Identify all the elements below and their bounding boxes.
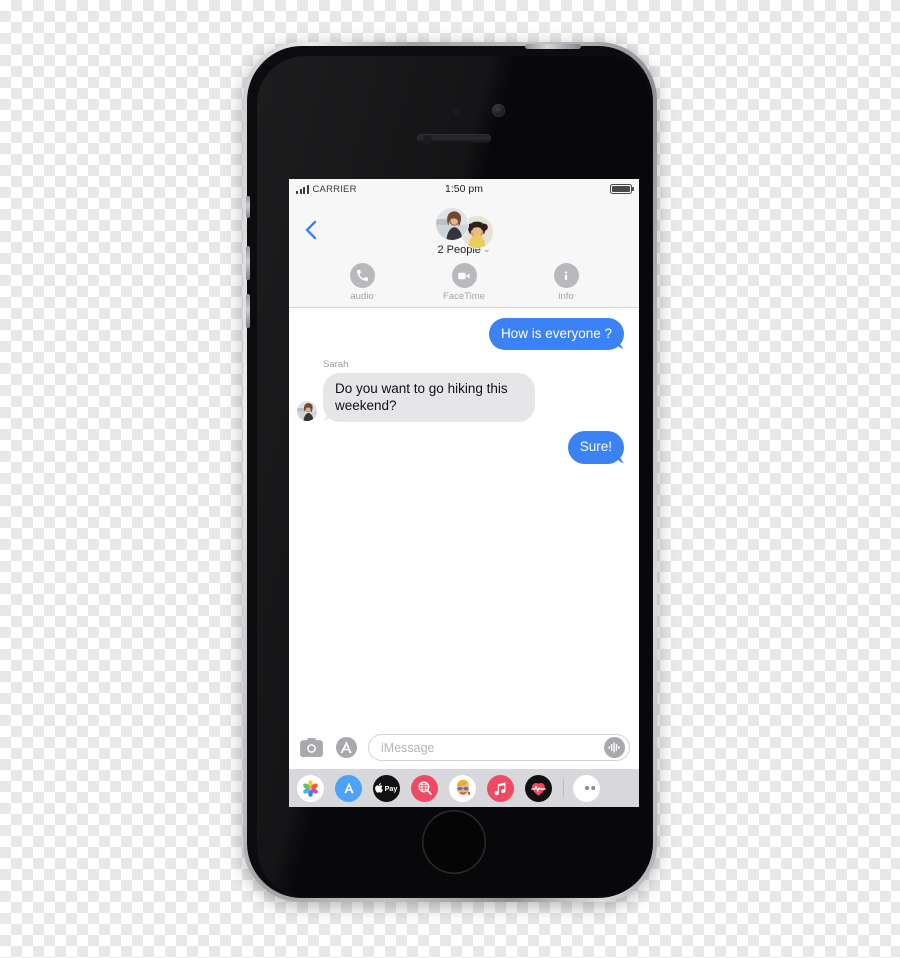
info-button[interactable]: info <box>540 263 592 302</box>
message-bubble-incoming[interactable]: Do you want to go hiking this weekend? <box>323 373 535 423</box>
conversation-header: 2 People ⌄ audio FaceTime info <box>289 199 639 308</box>
ambient-light-sensor-icon <box>423 135 432 144</box>
apple-pay-icon: Pay <box>374 782 397 793</box>
app-icon-digital-touch[interactable] <box>525 774 552 802</box>
memoji-icon <box>456 779 470 796</box>
home-button[interactable] <box>422 810 486 874</box>
phone-device-inner: CARRIER 1:50 pm 2 People ⌄ audio FaceTim… <box>246 44 653 898</box>
imessage-input[interactable]: iMessage <box>368 734 630 761</box>
incoming-message-group: Sarah Do you want to go hiking this week… <box>297 359 535 423</box>
status-bar: CARRIER 1:50 pm <box>289 179 639 199</box>
camera-icon <box>299 738 323 757</box>
proximity-sensor-icon <box>453 108 461 116</box>
imessage-placeholder: iMessage <box>381 740 435 755</box>
app-icon-images-search[interactable] <box>411 774 438 802</box>
sender-name-label: Sarah <box>323 359 349 371</box>
message-bubble-outgoing[interactable]: How is everyone ? <box>488 318 624 351</box>
message-input-bar: iMessage <box>289 727 639 769</box>
music-note-icon <box>494 781 506 795</box>
avatar[interactable] <box>297 401 317 422</box>
audio-waveform-icon <box>608 742 620 753</box>
sender-avatar-photo <box>297 401 317 422</box>
app-icon-photos[interactable] <box>297 774 324 802</box>
phone-device: CARRIER 1:50 pm 2 People ⌄ audio FaceTim… <box>243 42 657 902</box>
audio-call-label: audio <box>350 291 374 302</box>
chevron-left-icon <box>305 220 317 240</box>
phone-icon-wrap <box>349 263 375 288</box>
app-icon-apple-pay[interactable]: Pay <box>373 774 400 802</box>
info-icon-wrap <box>553 263 579 288</box>
mute-switch[interactable] <box>246 196 250 218</box>
info-icon <box>564 270 568 280</box>
photos-icon <box>303 779 318 797</box>
app-icon-app-store[interactable] <box>335 774 362 802</box>
facetime-button[interactable]: FaceTime <box>438 263 490 302</box>
power-button[interactable] <box>525 44 581 49</box>
message-row: How is everyone ? <box>297 318 631 351</box>
images-search-icon <box>417 781 432 795</box>
phone-faceplate: CARRIER 1:50 pm 2 People ⌄ audio FaceTim… <box>257 56 651 896</box>
facetime-label: FaceTime <box>443 291 485 302</box>
status-bar-left: CARRIER <box>296 184 357 195</box>
back-button[interactable] <box>299 217 325 243</box>
audio-record-button[interactable] <box>604 737 625 758</box>
app-icon-memoji[interactable] <box>449 774 476 802</box>
volume-up-button[interactable] <box>246 246 250 280</box>
video-camera-icon <box>458 272 470 279</box>
video-camera-icon-wrap <box>451 263 477 288</box>
camera-button[interactable] <box>298 735 324 761</box>
carrier-label: CARRIER <box>312 183 357 195</box>
participant-avatars[interactable] <box>289 199 639 249</box>
phone-icon <box>356 270 368 281</box>
volume-down-button[interactable] <box>246 294 250 328</box>
signal-strength-icon <box>296 184 309 194</box>
page-root: CARRIER 1:50 pm 2 People ⌄ audio FaceTim… <box>0 0 900 958</box>
svg-text:Pay: Pay <box>384 784 397 793</box>
phone-screen: CARRIER 1:50 pm 2 People ⌄ audio FaceTim… <box>289 179 639 807</box>
app-icon-more[interactable] <box>573 774 600 802</box>
front-camera-icon <box>492 104 505 117</box>
imessage-app-drawer: Pay <box>289 769 639 807</box>
battery-icon <box>610 184 632 194</box>
more-apps-icon <box>584 785 595 791</box>
info-label: info <box>558 291 574 302</box>
app-store-icon <box>335 736 357 759</box>
avatar-photo-1 <box>435 208 468 240</box>
avatar[interactable] <box>434 207 469 241</box>
message-row: Sure! <box>297 431 631 464</box>
app-drawer-divider <box>563 779 564 797</box>
status-bar-right <box>610 184 632 194</box>
heartbeat-icon <box>531 782 546 796</box>
header-action-row: audio FaceTime info <box>289 256 639 302</box>
message-thread: How is everyone ? Sarah Do you want to g… <box>289 308 639 727</box>
app-store-icon <box>343 782 354 794</box>
message-bubble-outgoing[interactable]: Sure! <box>567 431 624 464</box>
app-icon-music[interactable] <box>487 774 514 802</box>
message-row: Sarah Do you want to go hiking this week… <box>297 359 631 423</box>
incoming-message-line: Do you want to go hiking this weekend? <box>297 373 535 423</box>
app-store-button[interactable] <box>333 735 359 761</box>
audio-call-button[interactable]: audio <box>336 263 388 302</box>
